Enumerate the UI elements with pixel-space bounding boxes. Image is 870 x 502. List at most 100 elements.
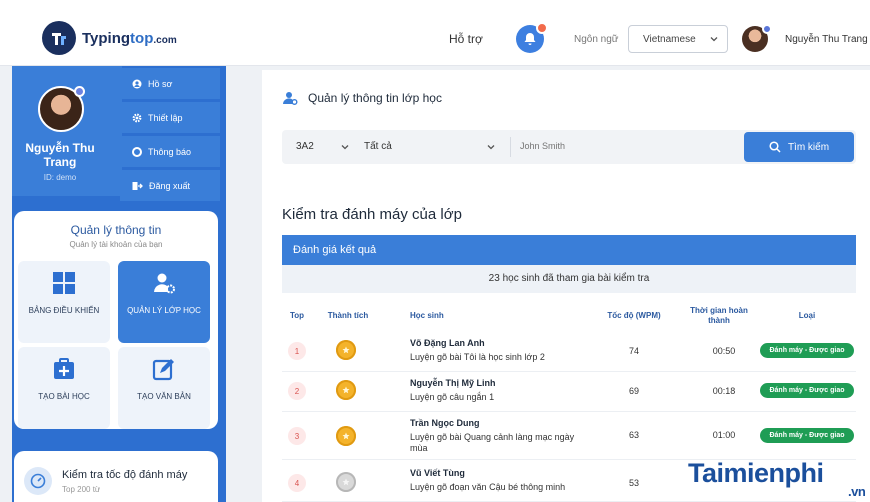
sidebar-item-label: Thiết lập [148,112,183,123]
student-name: Võ Đặng Lan Anh [410,338,485,348]
tile-label: BẢNG ĐIỀU KHIỂN [28,306,100,315]
column-header-top[interactable]: Top [282,311,312,321]
sidebar-item-logout[interactable]: Đăng xuất [120,170,220,201]
type-badge: Đánh máy - Được giao [760,343,854,358]
column-header-achievement[interactable]: Thành tích [322,311,374,321]
user-name[interactable]: Nguyễn Thu Trang [785,34,868,45]
page-title-text: Quản lý thông tin lớp học [308,91,442,105]
page-title: Quản lý thông tin lớp học [282,90,442,106]
section-title: Kiểm tra đánh máy của lớp [282,206,462,223]
sidebar-item-label: Đăng xuất [149,180,191,191]
profile-id: ID: demo [43,173,77,182]
avatar-status-dot [74,86,85,97]
table-row[interactable]: 1 Võ Đặng Lan Anh Luyện gõ bài Tôi là họ… [282,332,856,372]
tile-create-text[interactable]: TẠO VĂN BẢN [118,347,210,429]
gold-medal-icon [336,340,356,360]
student-name: Nguyễn Thị Mỹ Linh [410,378,496,388]
rank-badge: 4 [288,474,306,492]
rank-badge: 2 [288,382,306,400]
gold-medal-icon [336,380,356,400]
notification-icon [132,146,142,157]
side-menu: Hồ sơ Thiết lập Thông báo Đăng xuất [120,68,220,204]
rank-badge: 1 [288,342,306,360]
participants-summary: 23 học sinh đã tham gia bài kiểm tra [282,265,856,293]
table-row[interactable]: 2 Nguyễn Thị Mỹ Linh Luyện gõ câu ngắn 1… [282,372,856,412]
column-header-speed[interactable]: Tốc độ (WPM) [602,311,666,321]
speed-value: 63 [628,430,639,440]
avatar-status-dot [762,24,772,34]
create-text-icon [152,359,174,381]
logo[interactable]: Typingtop.com [42,21,177,55]
language-label: Ngôn ngữ [574,34,619,45]
column-header-time[interactable]: Thời gian hoàn thành [684,306,754,326]
sidebar-item-label: Hồ sơ [148,78,173,89]
rank-badge: 3 [288,427,306,445]
tile-create-lesson[interactable]: TẠO BÀI HỌC [18,347,110,429]
sidebar-item-profile[interactable]: Hồ sơ [120,68,220,99]
logo-mark-icon [42,21,76,55]
tile-class-manage[interactable]: QUẢN LÝ LỚP HỌC [118,261,210,343]
search-bar: 3A2 Tất cả Tìm kiếm [282,130,856,164]
language-select[interactable]: Vietnamese [628,25,728,53]
gold-medal-icon [336,426,356,446]
silver-medal-icon [336,472,356,492]
sidebar-item-notifications[interactable]: Thông báo [120,136,220,167]
student-lesson: Luyện gõ câu ngắn 1 [410,392,495,402]
speed-value: 69 [628,386,639,396]
sidebar: Nguyễn Thu Trang ID: demo Hồ sơ Thiết lậ… [12,66,226,502]
speed-test-title: Kiểm tra tốc độ đánh máy [62,469,188,481]
student-lesson: Luyện gõ bài Tôi là học sinh lớp 2 [410,352,545,362]
support-link[interactable]: Hỗ trợ [449,32,483,46]
divider [510,137,511,157]
tile-dashboard[interactable]: BẢNG ĐIỀU KHIỂN [18,261,110,343]
speed-value: 74 [628,346,639,356]
gear-icon [132,113,142,122]
time-value: 00:18 [712,386,736,396]
chevron-down-icon[interactable] [340,142,350,152]
column-header-type[interactable]: Loại [782,311,832,321]
tile-label: TẠO VĂN BẢN [137,392,191,401]
class-select[interactable]: 3A2 [296,141,314,152]
student-name: Vũ Viết Tùng [410,468,465,478]
type-badge: Đánh máy - Được giao [760,428,854,443]
main-panel: Quản lý thông tin lớp học 3A2 Tất cả Tìm… [262,70,870,502]
chevron-down-icon[interactable] [486,142,496,152]
notification-badge [536,22,548,34]
dashboard-icon [53,272,75,294]
search-input[interactable] [520,141,720,151]
user-icon [132,79,142,88]
card-title: Quản lý thông tin [70,223,162,237]
watermark-logo: Taimienphi .vn [688,458,866,499]
speed-value: 53 [628,478,639,488]
speed-test-subtitle: Top 200 từ [62,485,101,494]
chevron-down-icon [710,37,718,42]
table-row[interactable]: 3 Trần Ngọc Dung Luyện gõ bài Quang cảnh… [282,412,856,460]
search-button-label: Tìm kiếm [787,141,830,153]
filter-select[interactable]: Tất cả [364,141,392,152]
user-avatar[interactable] [742,24,772,52]
search-icon [769,141,781,153]
sidebar-item-label: Thông báo [148,146,192,157]
create-lesson-icon [54,358,74,379]
manage-info-card: Quản lý thông tin Quản lý tài khoản của … [14,211,218,429]
time-value: 01:00 [712,430,736,440]
speed-test-card[interactable]: Kiểm tra tốc độ đánh máy Top 200 từ [14,451,218,502]
student-lesson: Luyện gõ bài Quang cảnh làng mạc ngày mù… [410,432,575,453]
student-name: Trần Ngọc Dung [410,418,480,428]
card-subtitle: Quản lý tài khoản của bạn [69,240,163,249]
sidebar-item-settings[interactable]: Thiết lập [120,102,220,133]
class-manage-icon [283,92,298,105]
search-button[interactable]: Tìm kiếm [744,132,854,162]
result-header: Đánh giá kết quả [282,235,856,265]
class-manage-icon [154,273,175,294]
student-lesson: Luyện gõ đoạn văn Cậu bé thông minh [410,482,566,492]
column-header-student[interactable]: Học sinh [410,311,450,321]
profile-panel: Nguyễn Thu Trang ID: demo [12,66,122,196]
type-badge: Đánh máy - Được giao [760,383,854,398]
top-header: Typingtop.com Hỗ trợ Ngôn ngữ Vietnamese… [0,0,870,66]
tile-label: TẠO BÀI HỌC [38,392,90,401]
language-value: Vietnamese [643,33,696,45]
profile-avatar[interactable] [38,86,85,132]
speedometer-icon [24,467,52,495]
bell-icon[interactable] [516,22,548,53]
